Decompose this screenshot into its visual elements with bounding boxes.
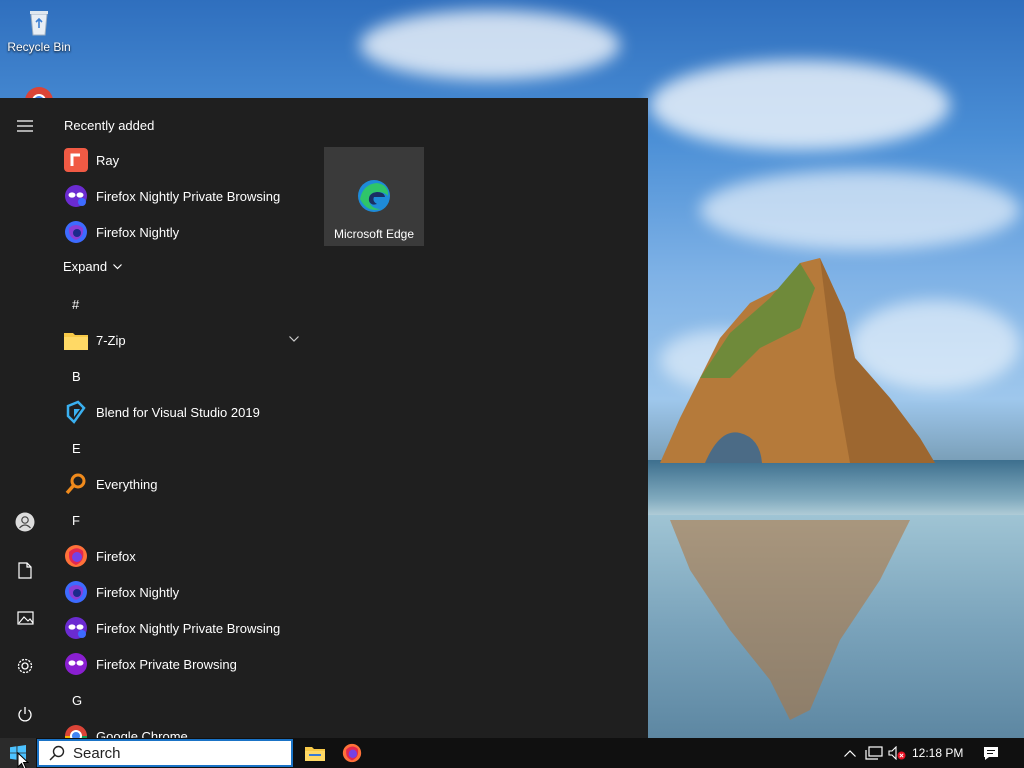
taskbar-firefox[interactable] [334, 738, 370, 768]
firefox-private-icon [63, 651, 89, 677]
everything-search-icon [63, 471, 89, 497]
app-list: Recently added Ray Firefox Nightly Priva… [50, 98, 310, 738]
chrome-icon [63, 723, 89, 738]
desktop-chrome-icon-partial[interactable] [24, 86, 54, 98]
chevron-up-icon [844, 749, 856, 757]
network-icon [865, 746, 883, 760]
chevron-down-icon[interactable] [289, 336, 299, 342]
expand-button[interactable]: Expand [63, 259, 123, 274]
recently-added-header: Recently added [64, 118, 155, 133]
taskbar-clock[interactable]: 12:18 PM [912, 738, 963, 768]
taskbar: 12:18 PM [0, 738, 1024, 768]
search-box[interactable] [37, 739, 293, 767]
desktop-icon-label: Recycle Bin [7, 40, 71, 54]
power-icon [18, 706, 32, 721]
tray-overflow[interactable] [842, 738, 858, 768]
firefox-icon [342, 743, 362, 763]
section-letter-hash[interactable]: # [72, 297, 79, 312]
list-item-firefox-nightly-private[interactable]: Firefox Nightly Private Browsing [50, 610, 310, 646]
tray-volume[interactable] [887, 738, 907, 768]
list-item-firefox-nightly[interactable]: Firefox Nightly [50, 214, 310, 250]
documents-icon [18, 561, 32, 579]
section-letter-f[interactable]: F [72, 513, 80, 528]
firefox-nightly-icon [63, 219, 89, 245]
action-center-button[interactable] [980, 738, 1002, 768]
recycle-bin-icon [30, 11, 48, 36]
list-item-blend[interactable]: Blend for Visual Studio 2019 [50, 394, 310, 430]
firefox-nightly-private-icon [63, 183, 89, 209]
file-explorer-icon [305, 747, 325, 761]
list-item-firefox-nightly-private[interactable]: Firefox Nightly Private Browsing [50, 178, 310, 214]
tile-microsoft-edge[interactable]: Microsoft Edge [324, 147, 424, 246]
user-icon [15, 512, 35, 532]
list-item-ray[interactable]: Ray [50, 142, 310, 178]
list-item-label: Ray [96, 152, 120, 168]
action-center-icon [984, 746, 998, 760]
list-item-everything[interactable]: Everything [50, 466, 310, 502]
power-button[interactable] [0, 694, 50, 734]
list-item-label: Firefox Nightly Private Browsing [96, 620, 281, 636]
firefox-icon [63, 543, 89, 569]
list-item-label: Google Chrome [96, 728, 188, 739]
list-item-label: Blend for Visual Studio 2019 [96, 404, 260, 420]
menu-button[interactable] [0, 106, 50, 146]
ray-icon [63, 147, 89, 173]
edge-icon [358, 180, 390, 212]
start-menu: Recently added Ray Firefox Nightly Priva… [0, 98, 648, 738]
list-item-label: Firefox [96, 548, 136, 564]
firefox-nightly-private-icon [63, 615, 89, 641]
expand-label: Expand [63, 259, 108, 274]
list-item-firefox-nightly[interactable]: Firefox Nightly [50, 574, 310, 610]
volume-muted-icon [888, 746, 906, 760]
list-item-firefox-private[interactable]: Firefox Private Browsing [50, 646, 310, 682]
firefox-nightly-icon [63, 579, 89, 605]
search-icon [49, 745, 65, 761]
list-item-label: 7-Zip [96, 332, 126, 348]
list-item-label: Firefox Nightly [96, 224, 180, 240]
user-button[interactable] [0, 502, 50, 542]
start-rail [0, 98, 50, 738]
settings-icon [17, 658, 33, 674]
folder-icon [63, 327, 89, 353]
documents-button[interactable] [0, 550, 50, 590]
section-letter-e[interactable]: E [72, 441, 81, 456]
search-input[interactable] [73, 742, 273, 764]
chevron-down-icon [113, 263, 123, 269]
pictures-button[interactable] [0, 598, 50, 638]
list-item-google-chrome[interactable]: Google Chrome [50, 718, 310, 738]
pictures-icon [16, 611, 34, 625]
list-item-label: Everything [96, 476, 158, 492]
section-letter-b[interactable]: B [72, 369, 81, 384]
desktop-icon-recycle-bin[interactable]: Recycle Bin [6, 8, 72, 54]
section-letter-g[interactable]: G [72, 693, 82, 708]
blend-icon [63, 399, 89, 425]
mouse-cursor-icon [17, 752, 29, 768]
list-item-7zip[interactable]: 7-Zip [50, 322, 310, 358]
list-item-label: Firefox Nightly [96, 584, 180, 600]
taskbar-file-explorer[interactable] [297, 738, 333, 768]
list-item-label: Firefox Private Browsing [96, 656, 237, 672]
tile-label: Microsoft Edge [333, 227, 415, 241]
list-item-firefox[interactable]: Firefox [50, 538, 310, 574]
list-item-label: Firefox Nightly Private Browsing [96, 188, 281, 204]
tray-network[interactable] [864, 738, 884, 768]
menu-icon [17, 120, 33, 132]
settings-button[interactable] [0, 646, 50, 686]
